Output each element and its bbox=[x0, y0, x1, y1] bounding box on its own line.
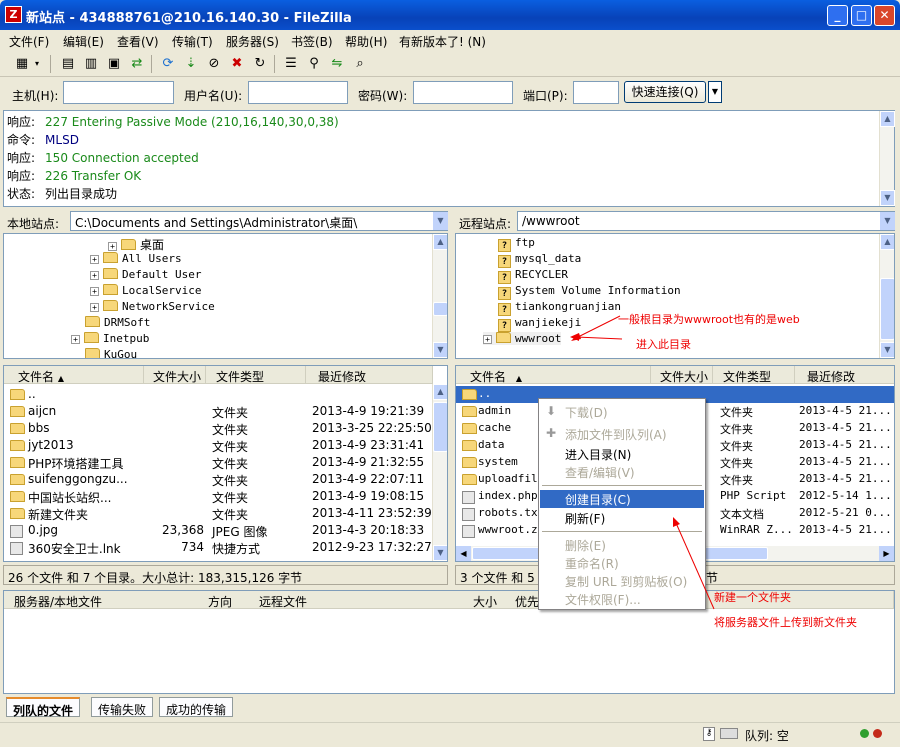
annotation-arrows bbox=[570, 315, 715, 610]
